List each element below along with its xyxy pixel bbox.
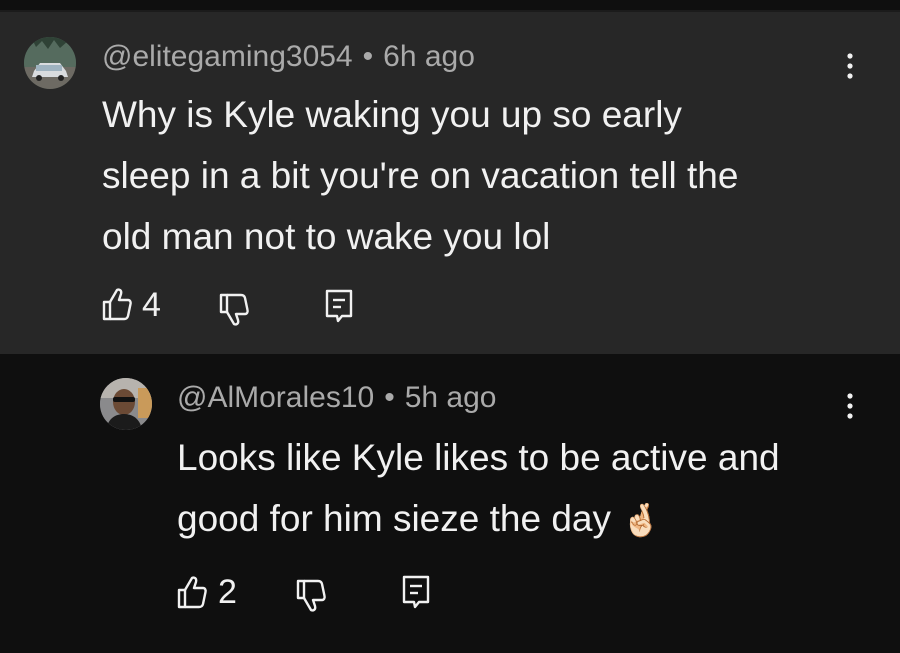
like-count: 2 xyxy=(218,573,237,611)
reply-card: @AlMorales10 • 5h ago Looks like Kyle like… xyxy=(0,354,900,653)
reply-text: Looks like Kyle likes to be active and g… xyxy=(177,427,780,551)
timestamp: 5h ago xyxy=(404,381,497,414)
car-avatar-icon xyxy=(24,37,76,89)
like-count: 4 xyxy=(142,286,161,324)
like-button[interactable] xyxy=(101,286,133,327)
kebab-menu-icon xyxy=(847,53,853,79)
more-options-button[interactable] xyxy=(838,388,862,428)
more-options-button[interactable] xyxy=(838,48,862,88)
comment-line: sleep in a bit you're on vacation tell t… xyxy=(102,155,739,196)
dislike-button[interactable] xyxy=(218,292,250,333)
thumbs-up-icon xyxy=(102,288,132,321)
kebab-menu-icon xyxy=(847,393,853,419)
comment-line: Why is Kyle waking you up so early xyxy=(102,94,682,135)
thumbs-down-icon xyxy=(296,579,326,612)
author-avatar[interactable] xyxy=(24,37,76,89)
author-handle[interactable]: @AlMorales10 xyxy=(177,381,374,414)
reply-comment-icon xyxy=(402,575,430,609)
thumbs-up-icon xyxy=(177,576,207,609)
comment-card: @elitegaming3054 • 6h ago Why is Kyle waki… xyxy=(0,12,900,354)
author-handle[interactable]: @elitegaming3054 xyxy=(102,40,353,73)
reply-line: Looks like Kyle likes to be active and xyxy=(177,437,780,478)
reply-comment-icon xyxy=(325,289,353,323)
like-button[interactable] xyxy=(176,574,208,615)
comment-line: old man not to wake you lol xyxy=(102,216,551,257)
meta-separator: • xyxy=(384,381,395,414)
timestamp: 6h ago xyxy=(383,40,475,73)
reply-line: good for him sieze the day 🤞🏻 xyxy=(177,488,780,551)
reply-button[interactable] xyxy=(324,288,354,329)
meta-separator: • xyxy=(362,40,374,73)
top-strip xyxy=(0,0,900,10)
person-avatar-icon xyxy=(100,378,152,430)
reply-meta: @AlMorales10 • 5h ago xyxy=(177,381,496,415)
comment-meta: @elitegaming3054 • 6h ago xyxy=(102,40,475,74)
comment-text: Why is Kyle waking you up so early sleep… xyxy=(102,84,738,267)
reply-button[interactable] xyxy=(401,574,431,615)
thumbs-down-icon xyxy=(219,293,249,326)
author-avatar[interactable] xyxy=(100,378,152,430)
reply-line-text: good for him sieze the day xyxy=(177,498,611,539)
crossed-fingers-emoji: 🤞🏻 xyxy=(621,502,662,538)
dislike-button[interactable] xyxy=(295,578,327,619)
